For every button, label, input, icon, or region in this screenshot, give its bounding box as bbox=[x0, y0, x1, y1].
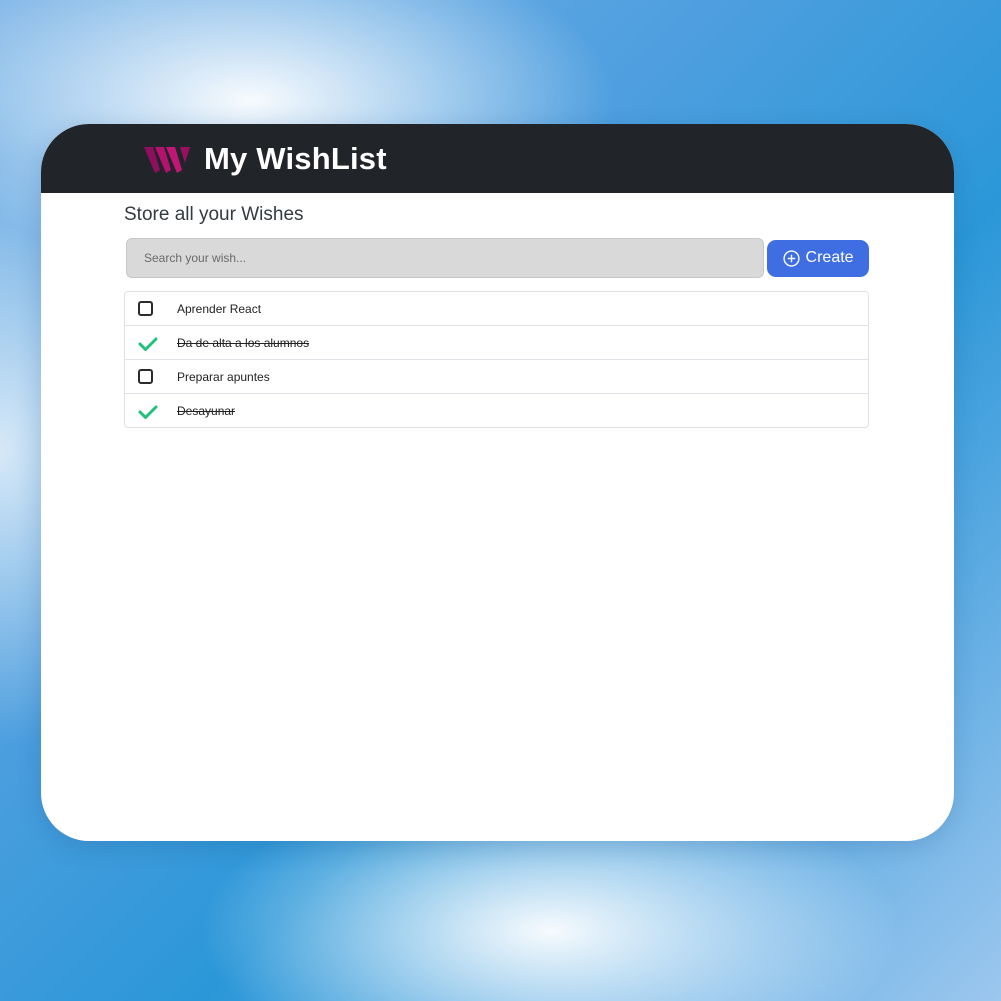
navbar: My WishList bbox=[41, 124, 954, 193]
create-button-label: Create bbox=[805, 249, 854, 266]
app-title: My WishList bbox=[204, 140, 387, 176]
wish-checkbox[interactable] bbox=[125, 292, 177, 325]
plus-circle-icon bbox=[782, 249, 800, 267]
wish-text: Aprender React bbox=[177, 301, 262, 316]
list-item: Desayunar bbox=[125, 394, 868, 427]
wish-checkbox[interactable] bbox=[125, 326, 177, 359]
list-item: Preparar apuntes bbox=[125, 360, 868, 394]
wishlist-logo-icon bbox=[144, 146, 190, 173]
checkbox-unchecked-icon bbox=[138, 369, 153, 384]
wish-text: Desayunar bbox=[177, 403, 236, 418]
wish-checkbox[interactable] bbox=[125, 394, 177, 427]
search-row: Create bbox=[124, 238, 869, 278]
wish-text: Preparar apuntes bbox=[177, 369, 270, 384]
app-window: My WishList Store all your Wishes Create… bbox=[41, 124, 954, 841]
list-item: Da de alta a los alumnos bbox=[125, 326, 868, 360]
checkmark-icon bbox=[138, 405, 158, 419]
list-item: Aprender React bbox=[125, 292, 868, 326]
search-input[interactable] bbox=[126, 238, 765, 278]
page-subtitle: Store all your Wishes bbox=[124, 204, 304, 225]
checkbox-unchecked-icon bbox=[138, 301, 153, 316]
checkmark-icon bbox=[138, 337, 158, 351]
wish-checkbox[interactable] bbox=[125, 360, 177, 393]
wish-text: Da de alta a los alumnos bbox=[177, 335, 310, 350]
wish-list: Aprender React Da de alta a los alumnos … bbox=[124, 291, 869, 428]
create-button[interactable]: Create bbox=[767, 239, 869, 277]
main-content: Store all your Wishes Create Aprender Re… bbox=[124, 193, 869, 428]
